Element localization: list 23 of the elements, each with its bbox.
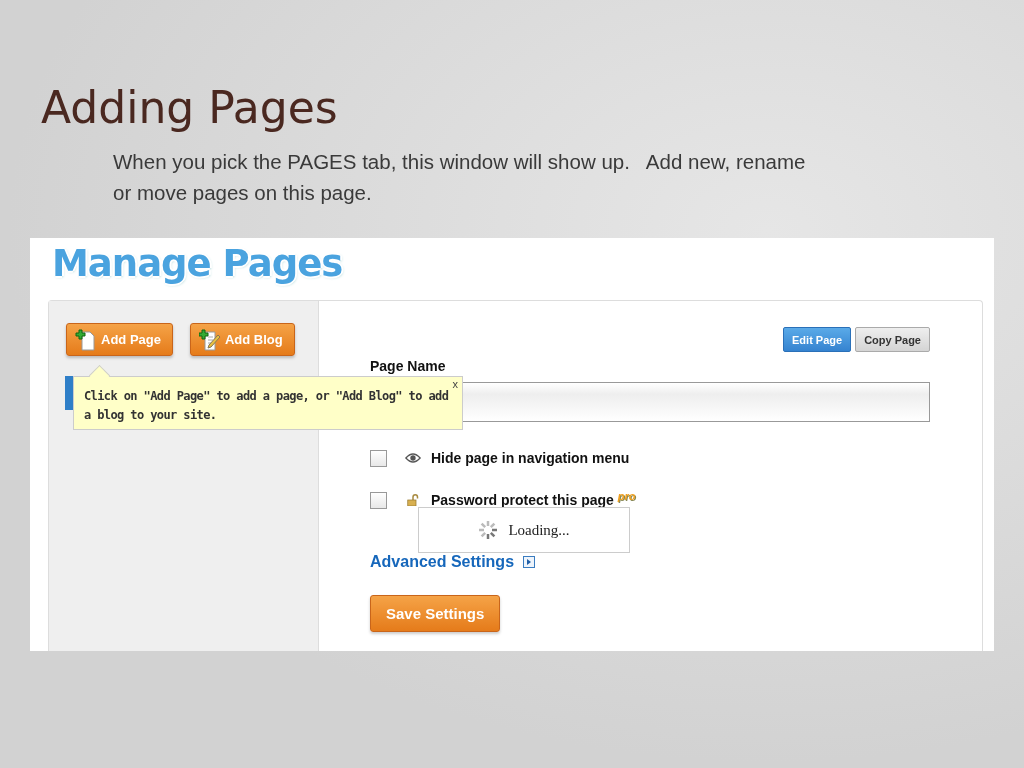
edit-page-button[interactable]: Edit Page — [783, 327, 852, 352]
add-blog-icon — [198, 328, 221, 351]
tooltip-text: Click on "Add Page" to add a page, or "Add Blog" to add a blog to your site. — [84, 389, 449, 422]
padlock-icon — [405, 494, 421, 506]
pro-label: pro — [617, 490, 636, 502]
add-page-icon — [75, 328, 97, 351]
slide-title: Adding Pages — [41, 81, 339, 135]
field-label: Page Name — [370, 358, 446, 374]
option-label: Password protect this page — [431, 492, 614, 508]
add-page-button[interactable]: Add Page — [66, 323, 173, 356]
page-heading: Manage Pages — [52, 242, 343, 286]
copy-page-button[interactable]: Copy Page — [855, 327, 930, 352]
advanced-settings-link[interactable]: Advanced Settings — [370, 553, 536, 571]
eye-icon — [405, 452, 421, 464]
checkbox[interactable] — [370, 491, 387, 509]
close-button[interactable]: x — [452, 378, 458, 390]
slide-text: When you pick the PAGES tab, this window will show up. Add new, rename or move pages on this page. — [113, 149, 807, 206]
spinner-icon — [478, 520, 499, 540]
loading-text: Loading... — [508, 521, 570, 539]
option-label: Hide page in navigation menu — [431, 450, 630, 466]
add-blog-button[interactable]: Add Blog — [189, 323, 295, 356]
checkbox[interactable] — [370, 449, 387, 467]
save-settings-button[interactable]: Save Settings — [370, 595, 501, 632]
